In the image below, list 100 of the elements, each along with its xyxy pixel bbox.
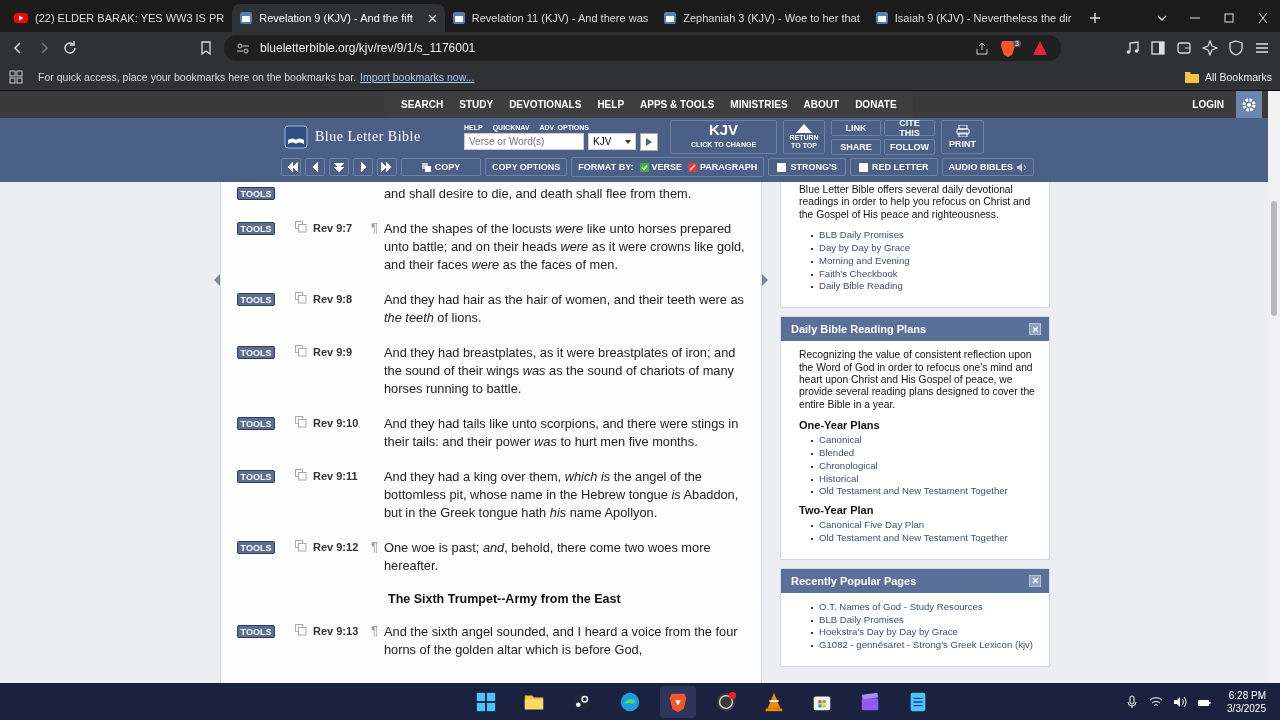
- lion-icon[interactable]: [660, 686, 696, 718]
- tools-button[interactable]: TOOLS: [237, 293, 275, 306]
- search-button[interactable]: [640, 132, 658, 151]
- sidebar-icon[interactable]: [1150, 40, 1166, 56]
- sidebar-link[interactable]: Day by Day by Grace: [819, 242, 911, 255]
- share-icon[interactable]: [975, 41, 990, 55]
- close-icon: [1031, 325, 1039, 333]
- sidebar-link[interactable]: Canonical: [819, 434, 862, 448]
- import-bookmarks-link[interactable]: Import bookmarks now...: [360, 71, 475, 83]
- reload-icon[interactable]: [62, 40, 78, 56]
- wifi-icon[interactable]: [1149, 695, 1164, 709]
- tools-button[interactable]: TOOLS: [237, 187, 275, 200]
- browser-tab[interactable]: Revelation 11 (KJV) - And there was: [444, 4, 657, 32]
- sidebar-link[interactable]: Blended: [819, 447, 855, 460]
- verse-reference[interactable]: Rev 9:11: [313, 468, 371, 484]
- verse-text: And they had a king over them, which is the angel of the bottomless pit, whose name in the Hebrew tongue is Abaddon, but in the Greek tongue hath his name Apollyon.: [384, 468, 740, 522]
- browser-tab[interactable]: Isaiah 9 (KJV) - Nevertheless the dir: [867, 4, 1080, 32]
- close-button[interactable]: [1029, 323, 1041, 336]
- settings-button[interactable]: [1236, 91, 1262, 118]
- browser-tab[interactable]: Zephaniah 3 (KJV) - Woe to her that: [656, 4, 868, 32]
- sidebar-link[interactable]: Faith's Checkbook: [819, 267, 898, 281]
- nav-link[interactable]: DEVOTIONALS: [501, 99, 590, 110]
- verse-reference[interactable]: Rev 9:7: [313, 220, 371, 236]
- triangle-icon[interactable]: [1031, 39, 1049, 57]
- sidebar-link[interactable]: Old Testament and New Testament Together: [819, 532, 1008, 545]
- nav-link[interactable]: HELP: [589, 99, 633, 110]
- verse-reference[interactable]: Rev 9:9: [313, 344, 371, 360]
- nav-link[interactable]: DONATE: [847, 99, 905, 110]
- verse-reference[interactable]: Rev 9:10: [313, 415, 371, 431]
- next-icon[interactable]: [353, 158, 373, 176]
- header-action-button[interactable]: LINK: [831, 119, 881, 136]
- sidebar-link[interactable]: Chronological: [819, 459, 878, 473]
- verse-text: One woe is past; and, behold, there come two woes more hereafter.: [384, 539, 712, 575]
- browser-tab[interactable]: (22) ELDER BARAK: YES WW3 IS PR: [6, 4, 233, 32]
- wallet-icon[interactable]: [1176, 40, 1192, 56]
- previous-icon[interactable]: [305, 158, 325, 176]
- nav-link[interactable]: MINISTRIES: [722, 99, 796, 110]
- down-icon[interactable]: [329, 158, 349, 176]
- sidebar-link[interactable]: G1082 - gennēsaret - Strong's Greek Lexicon (kjv): [819, 639, 1034, 652]
- format-option[interactable]: VERSE: [639, 162, 683, 172]
- search-field[interactable]: Verse or Word(s): [464, 133, 584, 150]
- tools-button[interactable]: TOOLS: [237, 625, 275, 638]
- login-link[interactable]: LOGIN: [1186, 98, 1230, 111]
- shield-outline-icon[interactable]: [1228, 40, 1244, 56]
- microphone-icon[interactable]: [1125, 695, 1140, 709]
- last-chapter-icon[interactable]: [377, 158, 397, 176]
- version-dropdown[interactable]: KJV: [588, 133, 636, 150]
- menu-icon[interactable]: [1254, 40, 1270, 56]
- verse-reference[interactable]: Rev 9:13: [313, 623, 371, 639]
- format-option[interactable]: PARAGRAPH: [688, 162, 758, 172]
- first-chapter-icon[interactable]: [281, 158, 301, 176]
- copy-button[interactable]: COPY: [401, 158, 481, 176]
- check-icon: [639, 162, 649, 172]
- header-action-button[interactable]: FOLLOW: [884, 138, 935, 155]
- verse-text: And they had hair as the hair of women, and their teeth were as the teeth of lions.: [384, 291, 745, 327]
- sidebar-link[interactable]: O.T. Names of God - Study Resources: [819, 600, 983, 614]
- volume-icon[interactable]: [1173, 695, 1188, 709]
- sidebar-link[interactable]: Historical: [819, 472, 859, 486]
- clock-time[interactable]: 6:28 PM: [1228, 689, 1266, 702]
- sidebar-link[interactable]: Canonical Five Day Plan: [819, 519, 925, 532]
- tools-button[interactable]: TOOLS: [237, 222, 275, 235]
- tools-button[interactable]: TOOLS: [237, 417, 275, 430]
- book-icon: [283, 124, 309, 150]
- audio-bibles-button[interactable]: AUDIO BIBLES: [941, 158, 1035, 176]
- all-bookmarks-button[interactable]: All Bookmarks: [1204, 71, 1272, 83]
- sparkle-icon[interactable]: [1202, 40, 1218, 56]
- browser-tab[interactable]: Revelation 9 (KJV) - And the fift: [232, 4, 445, 32]
- toggle-button[interactable]: RED LETTER: [850, 158, 938, 176]
- music-icon[interactable]: [1124, 40, 1140, 56]
- verse-reference[interactable]: Rev 9:12: [313, 539, 371, 555]
- sidebar-link[interactable]: Daily Bible Reading: [819, 280, 903, 294]
- tools-button[interactable]: TOOLS: [237, 470, 275, 483]
- sidebar-link[interactable]: Old Testament and New Testament Together: [819, 485, 1008, 499]
- verse-reference[interactable]: Rev 9:8: [313, 291, 371, 307]
- tools-button[interactable]: TOOLS: [237, 541, 275, 554]
- sidebar-link[interactable]: BLB Daily Promises: [819, 229, 904, 242]
- copy-options-button[interactable]: COPY OPTIONS: [485, 158, 568, 176]
- sidebar-link[interactable]: Morning and Evening: [819, 254, 910, 268]
- apps-grid-icon[interactable]: [8, 69, 24, 85]
- close-icon[interactable]: [427, 13, 437, 23]
- nav-link[interactable]: SEARCH: [393, 99, 452, 110]
- folder-icon: [1184, 71, 1199, 83]
- bookmark-icon[interactable]: [198, 40, 214, 56]
- scrollbar[interactable]: [1268, 91, 1280, 683]
- panel-title: Daily Bible Reading Plans: [791, 323, 927, 336]
- site-logo[interactable]: Blue Letter Bible: [315, 129, 421, 145]
- header-action-button[interactable]: SHARE: [831, 138, 881, 155]
- nav-link[interactable]: APPS & TOOLS: [632, 99, 723, 110]
- close-button[interactable]: [1029, 574, 1041, 587]
- nav-link[interactable]: ABOUT: [795, 99, 848, 110]
- header-action-button[interactable]: CITE THIS: [884, 119, 935, 136]
- sidebar-link[interactable]: Hoekstra's Day by Day by Grace: [819, 626, 958, 640]
- print-button[interactable]: PRINT: [941, 120, 984, 154]
- toggle-button[interactable]: STRONG'S: [768, 158, 847, 176]
- tools-button[interactable]: TOOLS: [237, 346, 275, 359]
- sidebar-link[interactable]: BLB Daily Promises: [819, 613, 904, 627]
- clock-date[interactable]: 3/3/2025: [1227, 702, 1266, 715]
- verse-text: And the sixth angel sounded, and I heard a voice from the four horns of the golden altar which is before God,: [384, 623, 739, 659]
- nav-link[interactable]: STUDY: [451, 99, 502, 110]
- site-settings-icon[interactable]: [236, 41, 250, 55]
